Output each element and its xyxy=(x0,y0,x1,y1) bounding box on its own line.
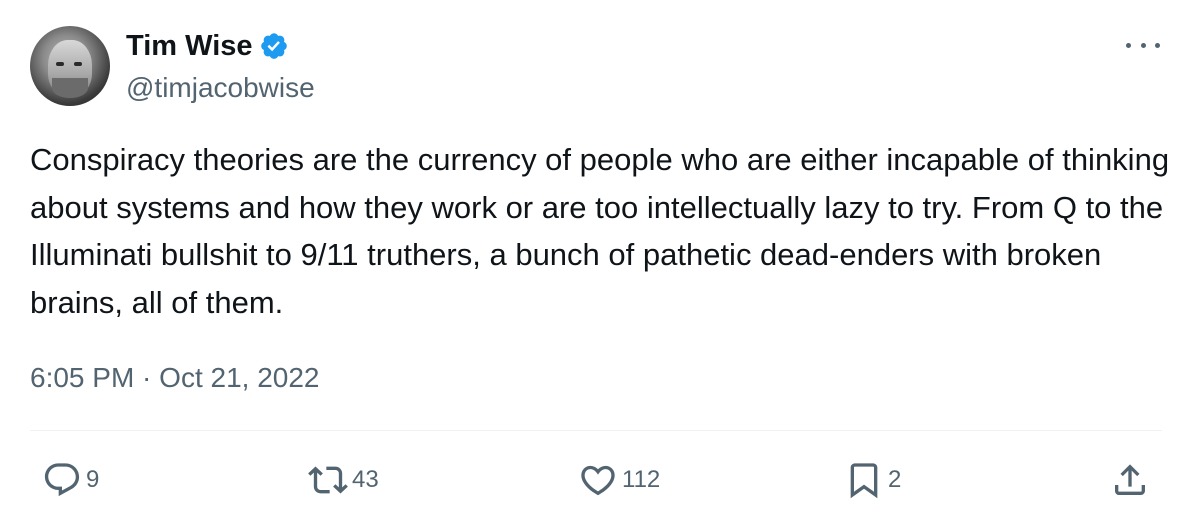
divider xyxy=(30,430,1162,431)
like-button[interactable]: 112 xyxy=(578,456,660,504)
like-count: 112 xyxy=(622,466,661,493)
reply-count: 9 xyxy=(86,466,100,493)
share-icon xyxy=(1115,464,1145,495)
avatar-eye-right xyxy=(74,62,82,66)
heart-icon xyxy=(581,465,615,496)
bookmark-button[interactable]: 2 xyxy=(844,456,901,504)
avatar-eye-left xyxy=(56,62,64,66)
bookmark-icon xyxy=(850,463,878,499)
verified-badge-icon xyxy=(260,33,287,59)
share-button[interactable] xyxy=(1110,456,1150,504)
more-icon xyxy=(1126,42,1131,48)
reply-icon xyxy=(44,463,80,497)
retweet-button[interactable]: 43 xyxy=(308,456,379,504)
more-options-button[interactable] xyxy=(1126,38,1160,52)
tweet-text: Conspiracy theories are the currency of … xyxy=(30,142,1178,320)
tweet-card: Tim Wise @timjacobwise Conspiracy theori… xyxy=(0,0,1198,524)
bookmark-count: 2 xyxy=(888,466,902,493)
more-icon-dot xyxy=(1140,42,1146,48)
author-display-name[interactable]: Tim Wise xyxy=(126,28,253,64)
more-icon-dot xyxy=(1155,42,1160,48)
retweet-icon xyxy=(308,466,348,494)
reply-button[interactable]: 9 xyxy=(42,456,99,504)
author-handle[interactable]: @timjacobwise xyxy=(126,70,315,106)
author-name-row: Tim Wise xyxy=(126,28,289,64)
avatar[interactable] xyxy=(30,26,110,106)
tweet-timestamp[interactable]: 6:05 PM · Oct 21, 2022 xyxy=(30,358,320,398)
retweet-count: 43 xyxy=(352,466,379,493)
avatar-beard xyxy=(52,78,88,98)
